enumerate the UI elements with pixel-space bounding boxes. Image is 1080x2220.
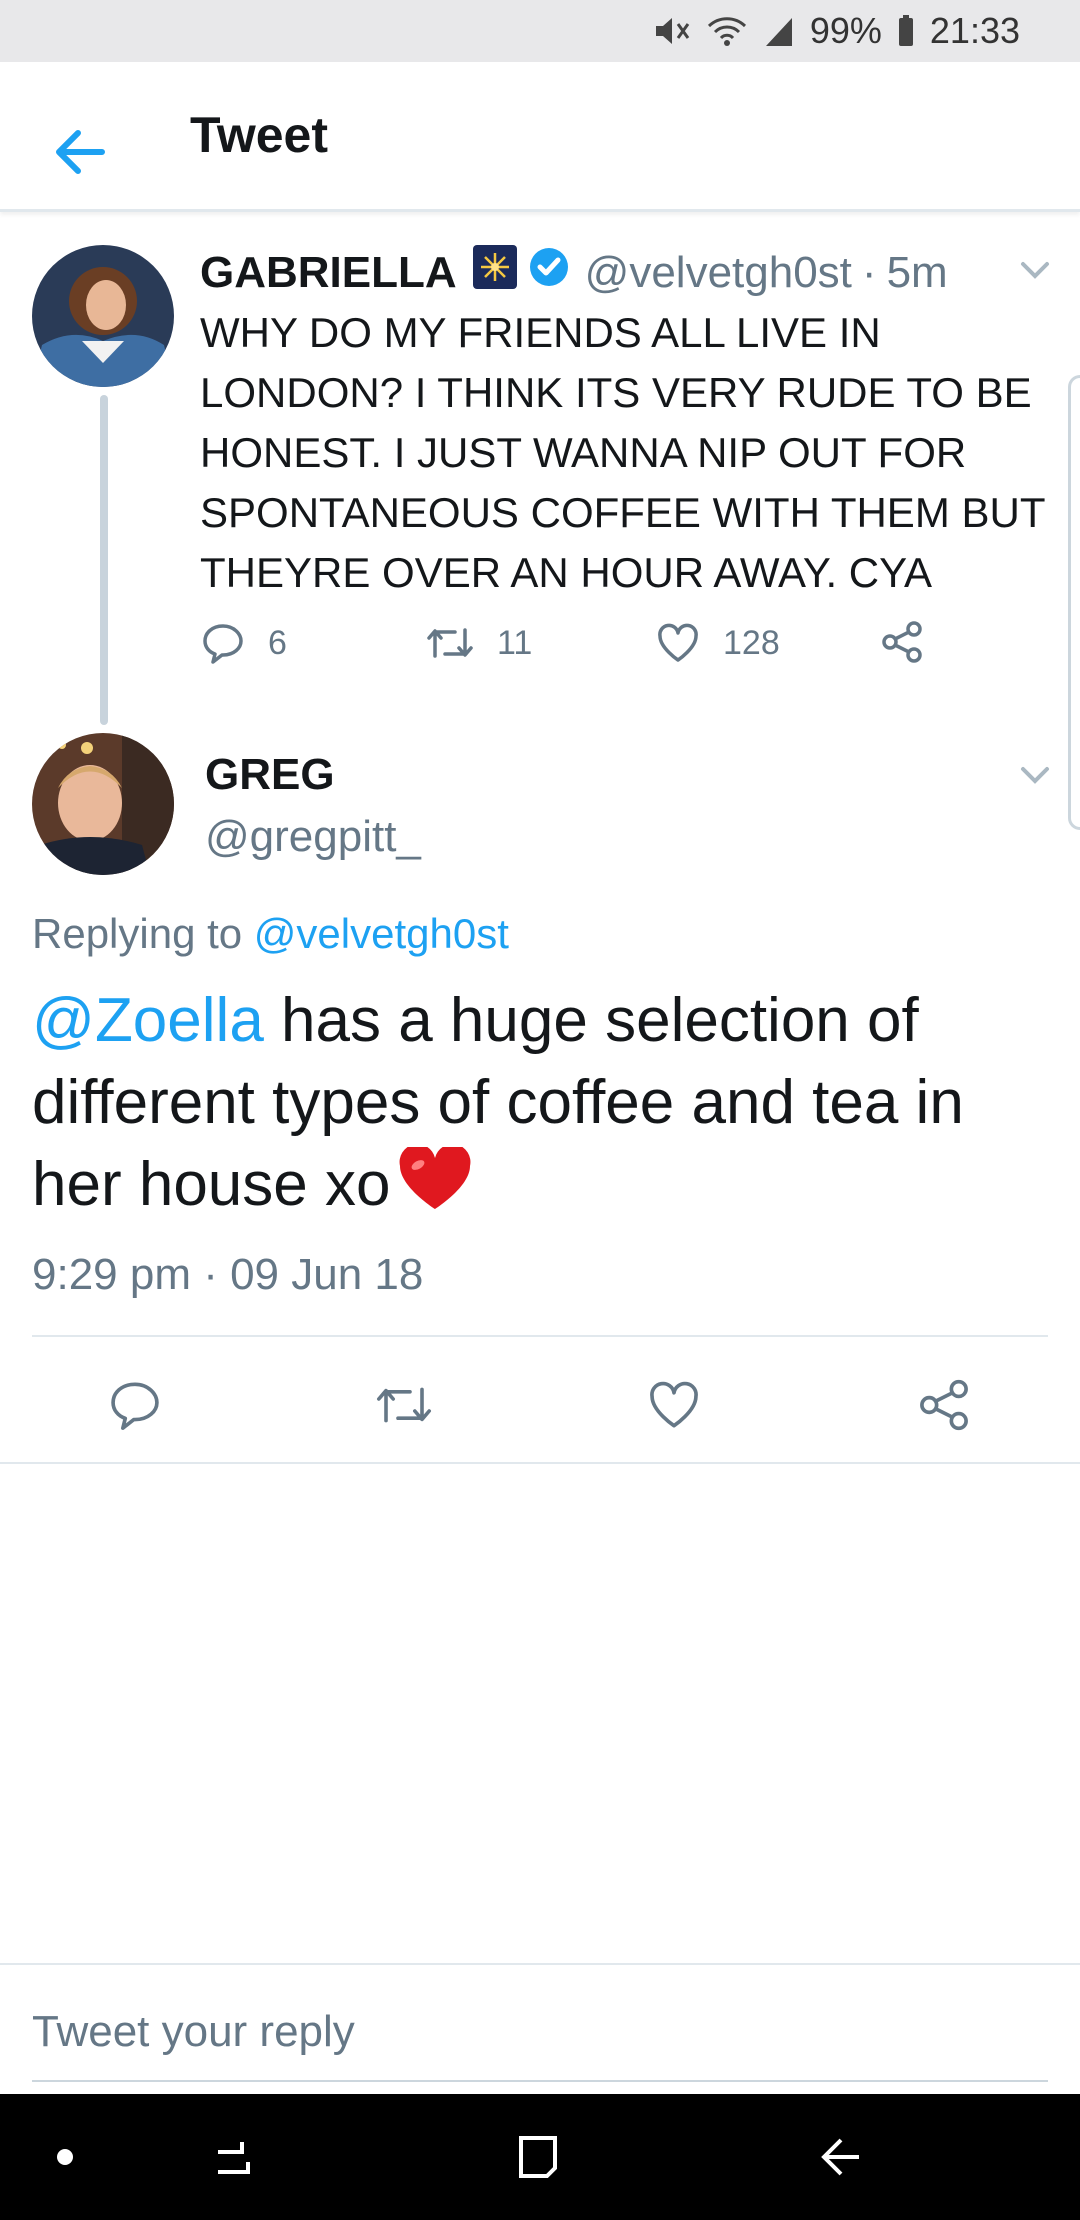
author-name[interactable]: GABRIELLA [200, 248, 457, 298]
comment-icon [203, 624, 243, 664]
tweet-timestamp: 9:29 pm · 09 Jun 18 [32, 1250, 424, 1299]
reply-input[interactable]: Tweet your reply [32, 2007, 355, 2057]
home-button[interactable] [508, 2127, 568, 2187]
share-icon [920, 1379, 968, 1431]
tweet-text: WHY DO MY FRIENDS ALL LIVE IN LONDON? I … [200, 309, 1045, 596]
retweet-button[interactable]: 11 [425, 620, 532, 666]
tweet-header: GABRIELLA @velvetgh0st · 5m [200, 245, 948, 300]
parent-tweet[interactable]: GABRIELLA @velvetgh0st · 5m WHY DO MY FR… [0, 215, 1080, 730]
navigation-bar [0, 2094, 1080, 2220]
share-button[interactable] [914, 1375, 974, 1435]
like-count: 128 [723, 623, 780, 662]
back-button[interactable] [40, 112, 120, 192]
replying-to-link[interactable]: @velvetgh0st [254, 910, 509, 957]
avatar[interactable] [32, 245, 174, 387]
tweet-actions: 6 11 128 [200, 620, 960, 680]
app-bar: Tweet [0, 62, 1080, 212]
heart-icon [658, 623, 698, 662]
author-name[interactable]: GREG [205, 750, 335, 800]
chevron-down-icon[interactable] [1015, 250, 1055, 290]
page-title: Tweet [190, 107, 328, 163]
reply-button[interactable]: 6 [200, 620, 287, 666]
tweet-actions [0, 1375, 1080, 1435]
reply-count: 6 [268, 623, 287, 662]
battery-icon [896, 14, 916, 48]
reply-bar: Tweet your reply [0, 1963, 1080, 2093]
arrow-left-icon [56, 130, 105, 174]
comment-icon [111, 1382, 159, 1430]
recent-apps-icon [218, 2142, 250, 2174]
mute-icon [652, 14, 692, 48]
mention-link[interactable]: @Zoella [32, 986, 264, 1055]
fireworks-emoji-icon [472, 245, 517, 300]
like-button[interactable]: 128 [655, 620, 780, 666]
reply-button[interactable] [105, 1375, 165, 1435]
replying-prefix: Replying to [32, 910, 243, 957]
tweet-text: @Zoella has a huge selection of differen… [32, 980, 1052, 1234]
dot-icon [57, 2149, 73, 2165]
share-icon [882, 621, 922, 663]
status-bar: 99% 21:33 [0, 0, 1080, 62]
nav-dot-button[interactable] [35, 2127, 95, 2187]
retweet-count: 11 [497, 623, 533, 662]
back-icon [821, 2138, 859, 2176]
author-handle[interactable]: @velvetgh0st [585, 248, 852, 298]
recent-apps-button[interactable] [205, 2127, 265, 2187]
divider [0, 1462, 1080, 1464]
red-heart-emoji-icon [396, 1144, 474, 1234]
time-separator: · [861, 247, 877, 297]
heart-icon [650, 1381, 698, 1428]
retweet-icon [427, 628, 473, 658]
wifi-icon [706, 14, 748, 48]
like-button[interactable] [644, 1375, 704, 1435]
divider [32, 1335, 1048, 1337]
signal-icon [762, 14, 796, 48]
tweet-age: 5m [886, 247, 948, 297]
scroll-handle[interactable] [1068, 375, 1080, 830]
home-icon [519, 2136, 557, 2178]
clock: 21:33 [929, 10, 1020, 51]
verified-badge-icon [527, 245, 571, 300]
avatar[interactable] [32, 733, 174, 875]
replying-to: Replying to @velvetgh0st [32, 910, 509, 958]
share-button[interactable] [880, 620, 924, 664]
author-handle[interactable]: @gregpitt_ [205, 812, 421, 862]
retweet-button[interactable] [374, 1375, 434, 1435]
reply-input-underline [32, 2080, 1048, 2082]
thread-line [100, 395, 108, 725]
battery-percent: 99% [809, 10, 882, 51]
back-nav-button[interactable] [810, 2127, 870, 2187]
retweet-icon [377, 1387, 431, 1423]
chevron-down-icon[interactable] [1015, 755, 1055, 795]
